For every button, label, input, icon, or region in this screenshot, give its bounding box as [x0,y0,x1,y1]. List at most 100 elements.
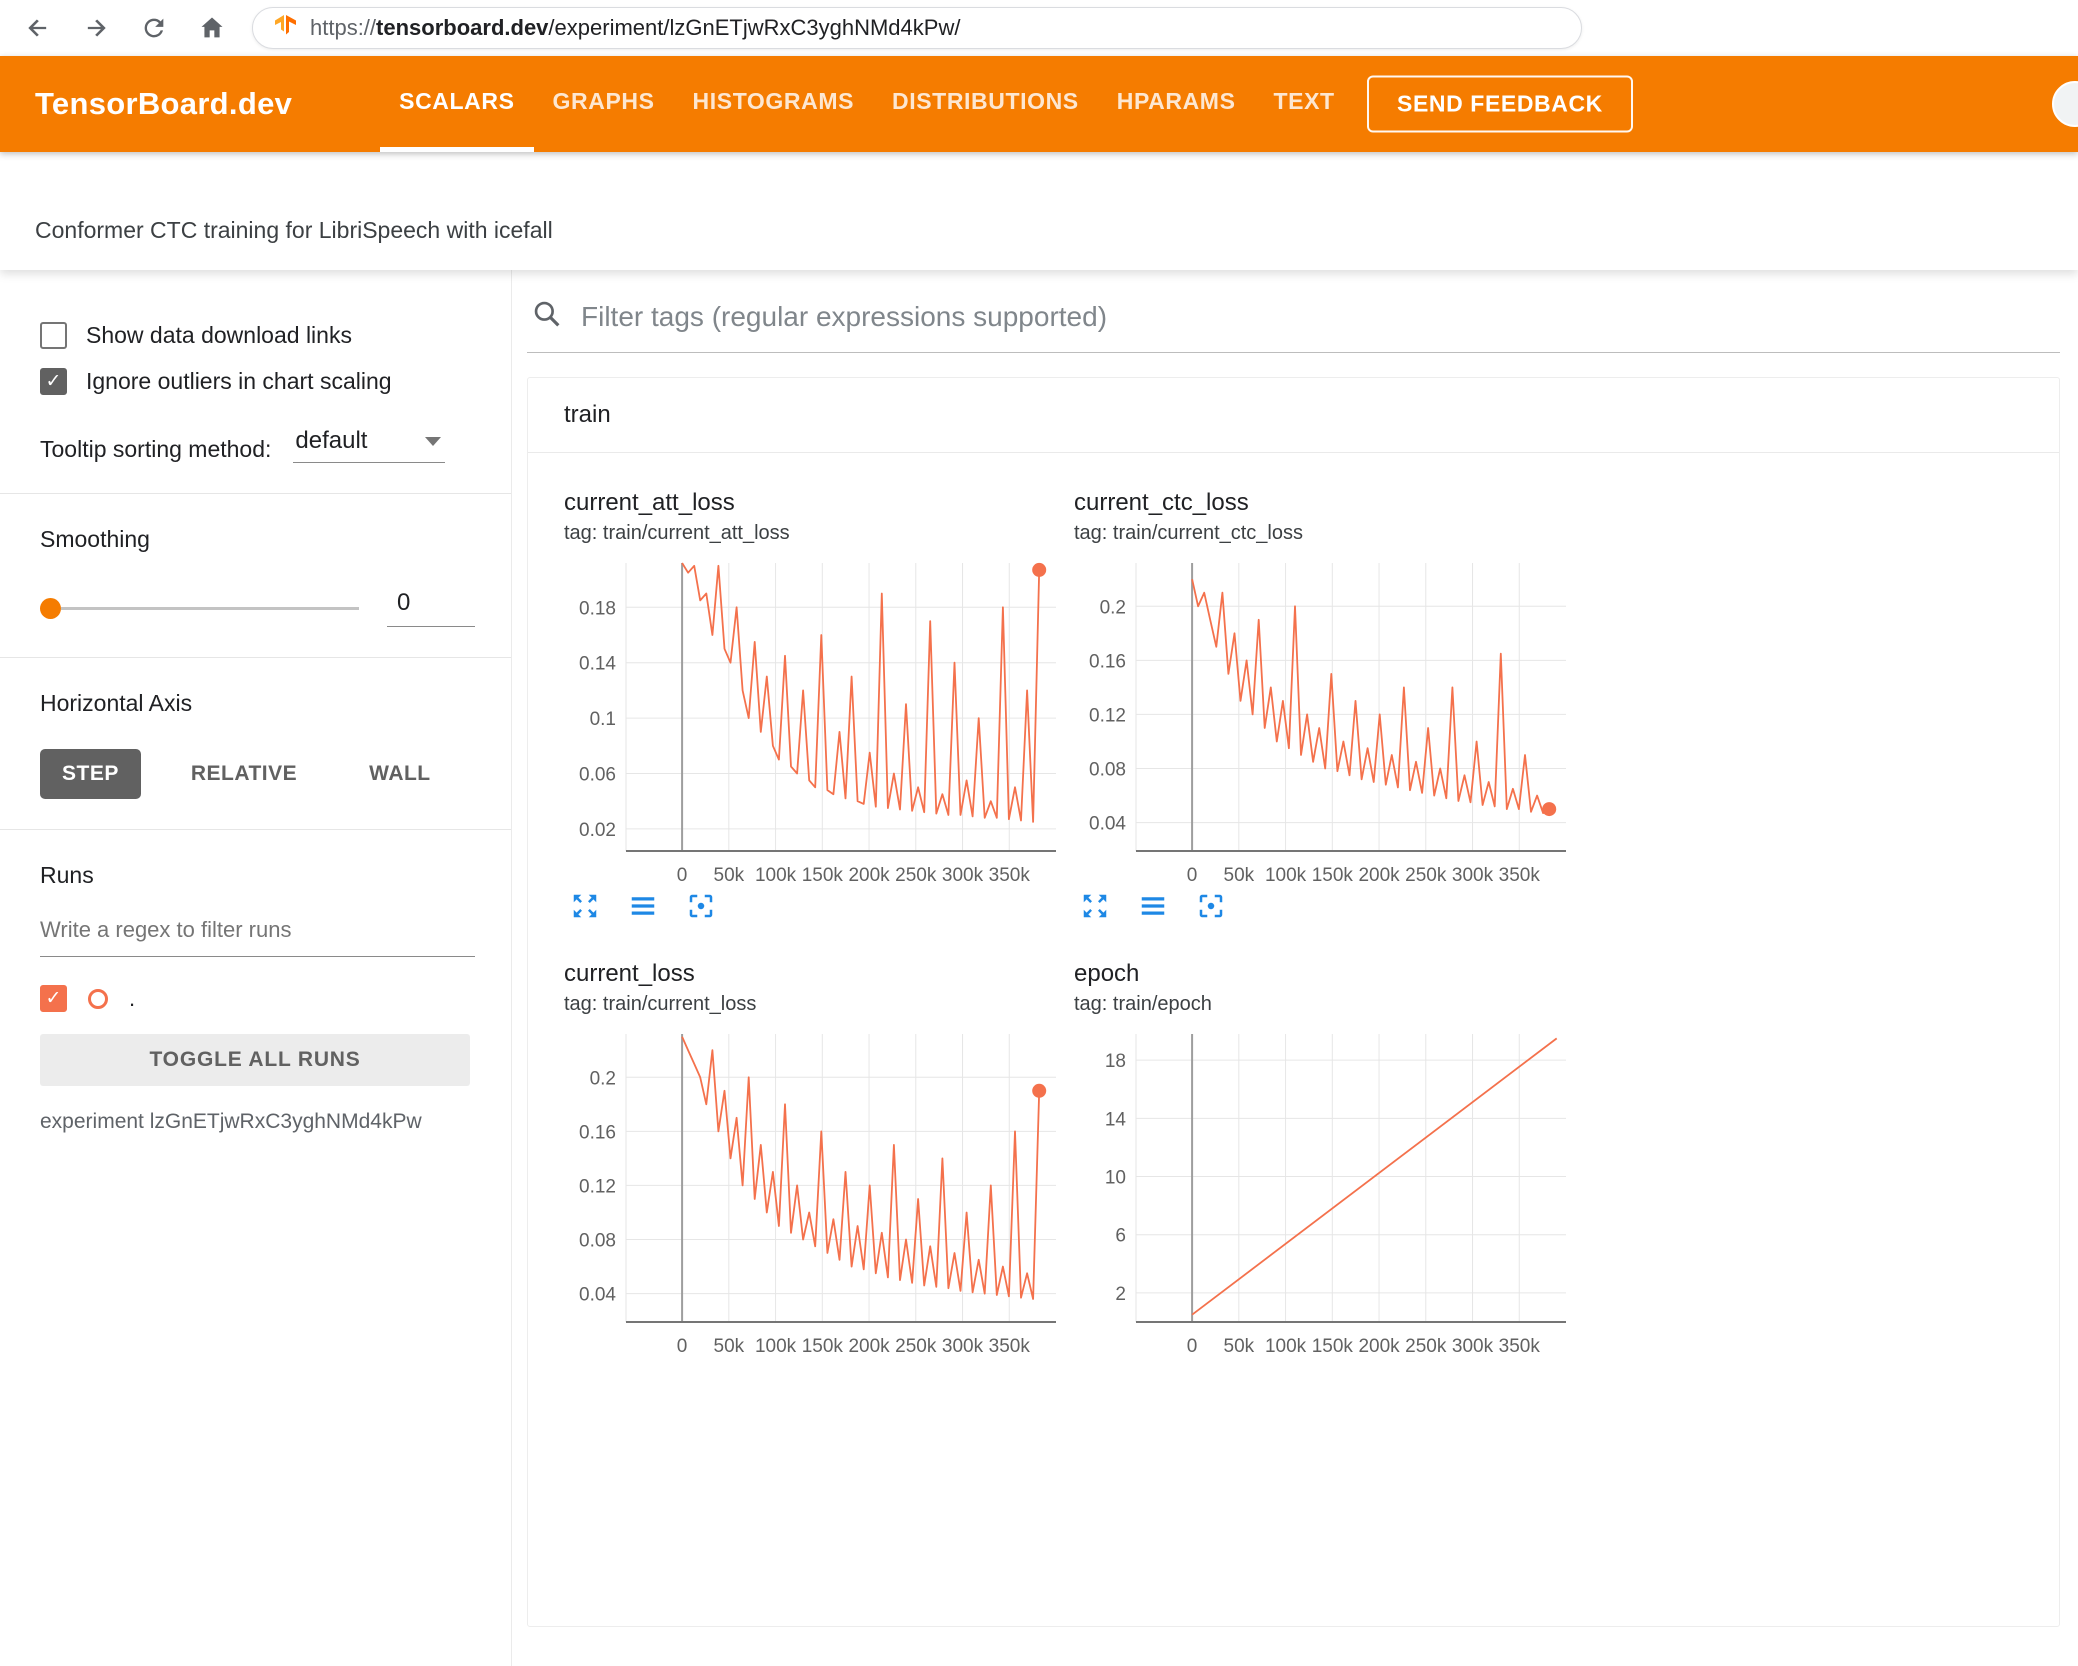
svg-text:10: 10 [1105,1168,1126,1189]
svg-text:250k: 250k [1405,1336,1447,1357]
axis-step-button[interactable]: STEP [40,749,141,799]
tag-filter-input[interactable] [579,299,2060,334]
tooltip-sorting-row: Tooltip sorting method: default [40,425,475,463]
run-checkbox[interactable]: ✓ [40,985,67,1012]
run-name: . [129,985,136,1011]
charts-grid: current_att_loss tag: train/current_att_… [528,453,2059,1358]
svg-text:14: 14 [1105,1109,1127,1130]
chevron-down-icon [425,436,442,446]
scalar-line-chart[interactable]: 0.020.060.10.140.180 50k 100k 150k 200k 250k 3… [564,557,1064,887]
svg-text:0.12: 0.12 [579,1176,616,1197]
axis-wall-button[interactable]: WALL [347,749,452,799]
horizontal-lines-icon[interactable] [628,891,658,926]
svg-text:200k: 200k [848,865,890,886]
tab-distributions[interactable]: DISTRIBUTIONS [873,56,1098,152]
chart-title: current_att_loss [564,489,735,516]
chart-tag: tag: train/current_att_loss [564,522,790,544]
tab-graphs[interactable]: GRAPHS [534,56,674,152]
experiment-id-note: experiment lzGnETjwRxC3yghNMd4kPw [40,1110,422,1133]
chart-tag: tag: train/current_ctc_loss [1074,522,1303,544]
experiment-title: Conformer CTC training for LibriSpeech w… [35,217,553,243]
reload-icon[interactable] [140,14,168,42]
url-scheme: https:// [310,15,377,40]
svg-text:100k: 100k [755,1336,797,1357]
checkbox-label: Show data download links [86,322,352,348]
address-bar[interactable]: https://tensorboard.dev/experiment/lzGnE… [252,7,1582,49]
chart-tag: tag: train/epoch [1074,993,1212,1015]
svg-text:18: 18 [1105,1051,1126,1072]
fit-domain-icon[interactable] [1196,891,1226,926]
back-icon[interactable] [24,14,52,42]
svg-text:0.2: 0.2 [1100,597,1126,618]
svg-text:300k: 300k [1452,1336,1494,1357]
axis-relative-button[interactable]: RELATIVE [169,749,319,799]
scalar-line-chart[interactable]: 2 6 10 14 18 0 50k 100k 150k 200k 250k 300k 350k [1074,1028,1574,1358]
ignore-outliers-row: ✓ Ignore outliers in chart scaling [40,368,475,395]
home-icon[interactable] [198,14,226,42]
svg-text:50k: 50k [714,1336,745,1357]
smoothing-slider-knob[interactable] [40,597,61,619]
svg-text:0: 0 [1187,1336,1198,1357]
svg-text:200k: 200k [1358,865,1400,886]
chart-card-current-ctc-loss: current_ctc_loss tag: train/current_ctc_… [1074,489,1584,926]
svg-text:0.1: 0.1 [590,709,616,730]
svg-text:150k: 150k [1312,1336,1354,1357]
divider [0,493,511,494]
runs-filter-input[interactable] [40,917,475,957]
svg-text:0.2: 0.2 [590,1068,616,1089]
run-color-circle[interactable] [88,988,108,1009]
svg-text:300k: 300k [942,1336,984,1357]
horizontal-axis-buttons: STEP RELATIVE WALL [40,749,475,799]
tab-scalars[interactable]: SCALARS [380,56,534,152]
app-header: TensorBoard.dev SCALARS GRAPHS HISTOGRAM… [0,56,2078,152]
tab-text[interactable]: TEXT [1255,56,1354,152]
url-path: /experiment/lzGnETjwRxC3yghNMd4kPw/ [548,15,961,40]
svg-text:0.16: 0.16 [1089,651,1126,672]
send-feedback-button[interactable]: SEND FEEDBACK [1367,75,1633,133]
checkbox-show-download-links[interactable]: ✓ [40,322,67,349]
tab-hparams[interactable]: HPARAMS [1098,56,1255,152]
horizontal-axis-label: Horizontal Axis [40,690,193,716]
expand-icon[interactable] [1080,891,1110,926]
smoothing-label: Smoothing [40,526,150,552]
search-icon [531,298,563,335]
svg-text:100k: 100k [755,865,797,886]
scalar-line-chart[interactable]: 0.040.080.120.160.20 50k 100k 150k 200k 250k 3… [564,1028,1064,1358]
chart-title: current_ctc_loss [1074,489,1249,516]
fit-domain-icon[interactable] [686,891,716,926]
tag-filter-row [527,298,2060,353]
browser-chrome: https://tensorboard.dev/experiment/lzGnE… [0,0,2078,56]
svg-text:0.16: 0.16 [579,1122,616,1143]
section-header-train[interactable]: train [528,378,2059,453]
svg-text:200k: 200k [1358,1336,1400,1357]
svg-text:0.04: 0.04 [579,1285,616,1306]
train-section-card: train current_att_loss tag: train/curren… [527,377,2060,1627]
svg-text:6: 6 [1115,1226,1126,1247]
svg-text:150k: 150k [802,865,844,886]
divider [0,829,511,830]
runs-label: Runs [40,862,94,888]
svg-text:50k: 50k [1224,1336,1255,1357]
horizontal-lines-icon[interactable] [1138,891,1168,926]
smoothing-slider-row [40,589,475,627]
svg-text:0.06: 0.06 [579,764,616,785]
toggle-all-runs-button[interactable]: TOGGLE ALL RUNS [40,1034,470,1086]
app-logo: TensorBoard.dev [35,86,293,121]
chart-tag: tag: train/current_loss [564,993,757,1015]
svg-text:350k: 350k [989,865,1031,886]
expand-icon[interactable] [570,891,600,926]
tab-histograms[interactable]: HISTOGRAMS [674,56,873,152]
smoothing-slider-track[interactable] [61,606,359,610]
smoothing-value-input[interactable] [387,589,475,627]
tooltip-sorting-dropdown[interactable]: default [293,425,446,463]
forward-icon[interactable] [82,14,110,42]
checkbox-ignore-outliers[interactable]: ✓ [40,368,67,395]
main-content: train current_att_loss tag: train/curren… [513,270,2078,1666]
site-favicon [273,13,297,43]
svg-text:50k: 50k [1224,865,1255,886]
checkbox-label: Ignore outliers in chart scaling [86,368,392,394]
profile-avatar[interactable] [2052,81,2078,127]
svg-text:0.02: 0.02 [579,820,616,841]
svg-text:0.12: 0.12 [1089,705,1126,726]
scalar-line-chart[interactable]: 0.040.080.120.160.20 50k 100k 150k 200k 250k 3… [1074,557,1574,887]
